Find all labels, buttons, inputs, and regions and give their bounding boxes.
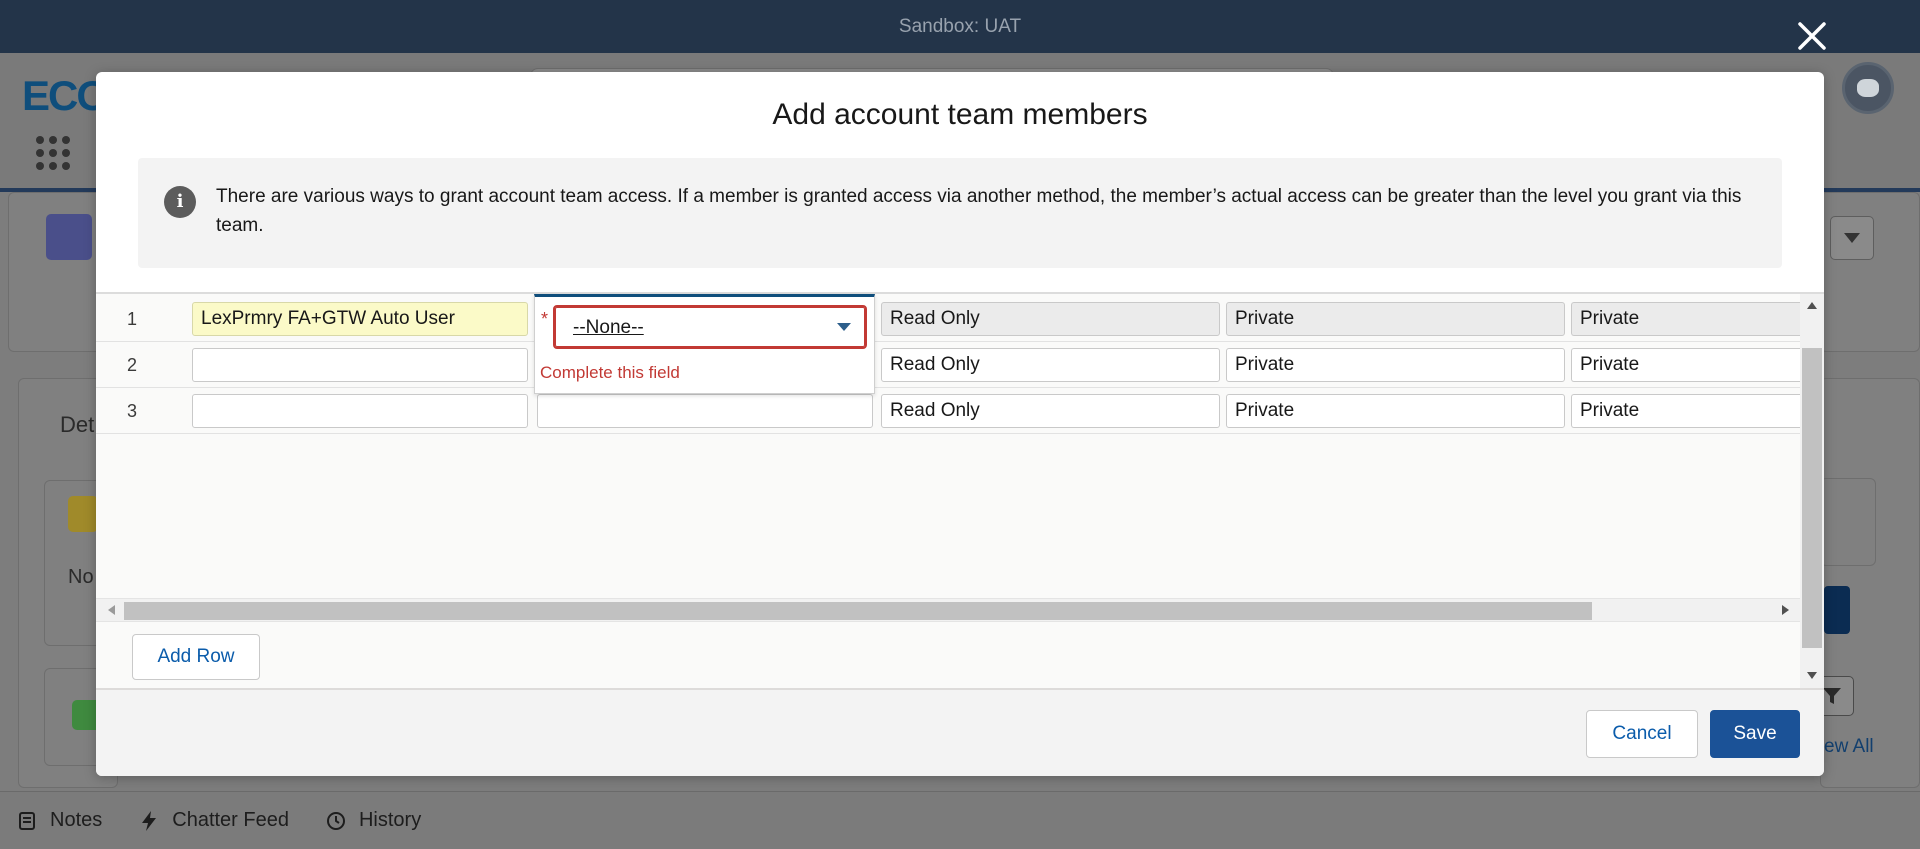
- account-access-cell[interactable]: Read Only: [881, 302, 1220, 336]
- related-card-backdrop: [1820, 378, 1920, 788]
- actions-dropdown-icon: [1830, 216, 1874, 260]
- role-edit-popover: * --None-- Complete this field: [534, 294, 875, 394]
- role-cell[interactable]: [537, 394, 873, 428]
- utility-chatter-label: Chatter Feed: [172, 809, 289, 831]
- user-avatar: [1842, 62, 1894, 114]
- utility-history-label: History: [358, 809, 422, 831]
- app-logo: ECO: [22, 72, 109, 119]
- close-icon[interactable]: [1790, 14, 1834, 58]
- utility-notes-label: Notes: [50, 809, 103, 831]
- utility-history[interactable]: History: [325, 809, 421, 832]
- app-launcher-icon: [36, 136, 70, 170]
- add-team-members-modal: Add account team members i There are var…: [96, 72, 1824, 776]
- role-select[interactable]: --None--: [553, 305, 867, 349]
- add-row-button[interactable]: Add Row: [132, 634, 260, 680]
- user-cell[interactable]: LexPrmry FA+GTW Auto User: [192, 302, 528, 336]
- horizontal-scrollbar[interactable]: [96, 598, 1804, 622]
- modal-footer: Cancel Save: [96, 688, 1824, 776]
- notes-icon: [16, 810, 38, 832]
- opportunity-access-cell[interactable]: Private: [1226, 394, 1565, 428]
- sandbox-label: Sandbox: UAT: [898, 15, 1022, 37]
- save-button[interactable]: Save: [1710, 710, 1800, 758]
- role-error-message: Complete this field: [540, 363, 680, 382]
- table-row: 1 LexPrmry FA+GTW Auto User Read Only Pr…: [96, 296, 1800, 342]
- table-row: 3 Read Only Private Private: [96, 388, 1800, 434]
- horizontal-scroll-thumb[interactable]: [124, 602, 1592, 620]
- card-text-partial: No: [68, 566, 94, 588]
- role-select-value: --None--: [573, 317, 644, 338]
- vertical-scrollbar[interactable]: [1800, 294, 1824, 690]
- opportunity-access-cell[interactable]: Private: [1226, 348, 1565, 382]
- team-members-grid: 1 LexPrmry FA+GTW Auto User Read Only Pr…: [96, 292, 1824, 690]
- add-row-area: Add Row: [96, 622, 1800, 690]
- table-row: 2 Read Only Private Private: [96, 342, 1800, 388]
- vertical-scroll-thumb[interactable]: [1802, 348, 1822, 648]
- required-indicator: *: [541, 309, 549, 329]
- related-button-backdrop: [1824, 586, 1850, 634]
- utility-bar: Notes Chatter Feed History: [0, 791, 1920, 849]
- account-icon: [46, 214, 92, 260]
- cancel-button[interactable]: Cancel: [1586, 710, 1698, 758]
- related-inner-backdrop: [1820, 478, 1876, 566]
- clock-icon: [325, 810, 347, 832]
- scroll-up-icon[interactable]: [1807, 302, 1817, 309]
- utility-chatter-feed[interactable]: Chatter Feed: [138, 809, 289, 832]
- case-access-cell[interactable]: Private: [1571, 394, 1800, 428]
- user-cell[interactable]: [192, 348, 528, 382]
- account-access-cell[interactable]: Read Only: [881, 348, 1220, 382]
- scroll-left-icon[interactable]: [108, 605, 115, 615]
- account-access-cell[interactable]: Read Only: [881, 394, 1220, 428]
- team-icon: [68, 496, 98, 532]
- info-icon: i: [164, 186, 196, 218]
- chevron-down-icon: [837, 323, 851, 331]
- scroll-right-icon[interactable]: [1782, 605, 1789, 615]
- utility-notes[interactable]: Notes: [16, 809, 102, 832]
- info-notice: i There are various ways to grant accoun…: [138, 158, 1782, 268]
- row-number: 1: [126, 309, 137, 329]
- scroll-down-icon[interactable]: [1807, 672, 1817, 679]
- case-access-cell[interactable]: Private: [1571, 302, 1800, 336]
- case-access-cell[interactable]: Private: [1571, 348, 1800, 382]
- lightning-icon: [138, 810, 160, 832]
- user-cell[interactable]: [192, 394, 528, 428]
- modal-title: Add account team members: [772, 98, 1148, 131]
- row-number: 3: [126, 401, 137, 421]
- details-heading-partial: Det: [60, 412, 95, 437]
- opportunity-access-cell[interactable]: Private: [1226, 302, 1565, 336]
- row-number: 2: [126, 355, 137, 375]
- sandbox-banner: Sandbox: UAT: [0, 0, 1920, 53]
- info-text: There are various ways to grant account …: [216, 186, 1742, 236]
- view-all-link-partial: ew All: [1824, 736, 1874, 757]
